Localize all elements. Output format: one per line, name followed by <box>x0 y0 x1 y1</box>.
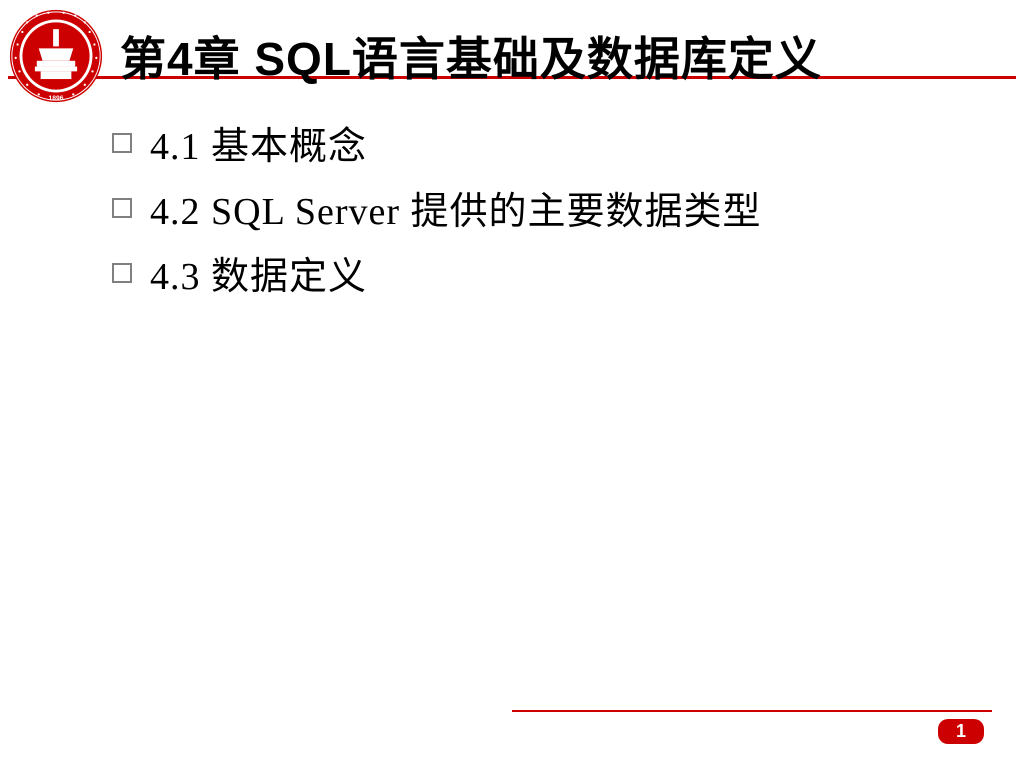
page-number-badge: 1 <box>938 719 984 744</box>
university-logo: 1896 <box>8 8 104 104</box>
square-bullet-icon <box>112 133 132 153</box>
square-bullet-icon <box>112 198 132 218</box>
slide-title: 第4章 SQL语言基础及数据库定义 <box>120 23 822 89</box>
toc-item-text: 4.2 SQL Server 提供的主要数据类型 <box>150 180 762 235</box>
slide-content: 4.1 基本概念 4.2 SQL Server 提供的主要数据类型 4.3 数据… <box>0 79 1024 300</box>
square-bullet-icon <box>112 263 132 283</box>
toc-item: 4.3 数据定义 <box>112 245 1024 300</box>
toc-item: 4.2 SQL Server 提供的主要数据类型 <box>112 180 1024 235</box>
toc-item-text: 4.1 基本概念 <box>150 115 367 170</box>
footer-divider <box>512 710 992 712</box>
toc-item: 4.1 基本概念 <box>112 115 1024 170</box>
toc-item-text: 4.3 数据定义 <box>150 245 367 300</box>
svg-text:1896: 1896 <box>49 95 64 102</box>
